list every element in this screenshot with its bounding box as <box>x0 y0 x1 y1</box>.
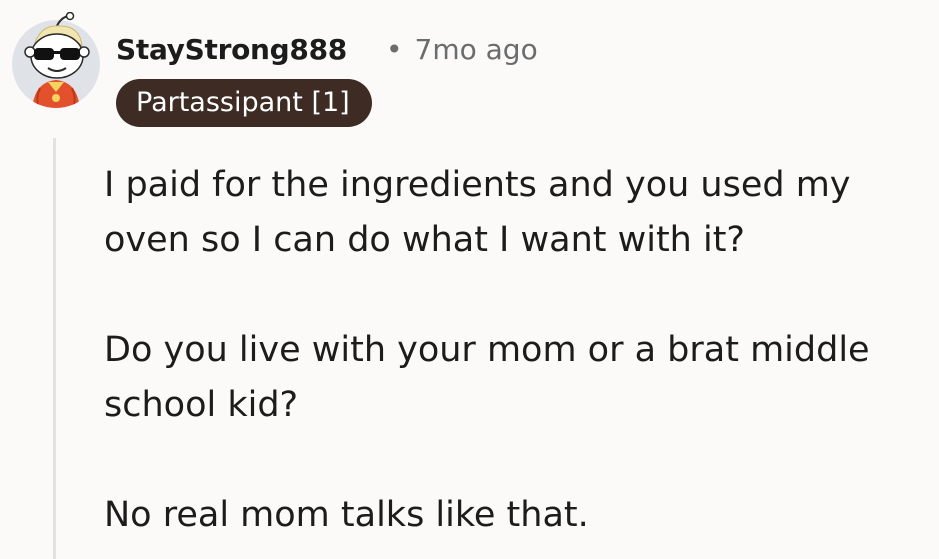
comment-paragraph: No real mom talks like that. <box>104 495 589 535</box>
user-avatar[interactable] <box>10 11 102 110</box>
user-flair: Partassipant [1] <box>116 79 372 127</box>
meta-separator: • <box>386 33 403 66</box>
comment-paragraph: Do you live with your mom or a brat midd… <box>104 330 870 425</box>
comment-timestamp: 7mo ago <box>414 33 538 66</box>
comment-body: I paid for the ingredients and you used … <box>104 158 934 543</box>
comment-meta: • 7mo ago <box>386 30 538 70</box>
thread-collapse-line[interactable] <box>53 138 56 559</box>
comment-paragraph: I paid for the ingredients and you used … <box>104 165 851 260</box>
username-link[interactable]: StayStrong888 <box>116 30 347 70</box>
snoo-avatar-icon <box>12 11 100 108</box>
